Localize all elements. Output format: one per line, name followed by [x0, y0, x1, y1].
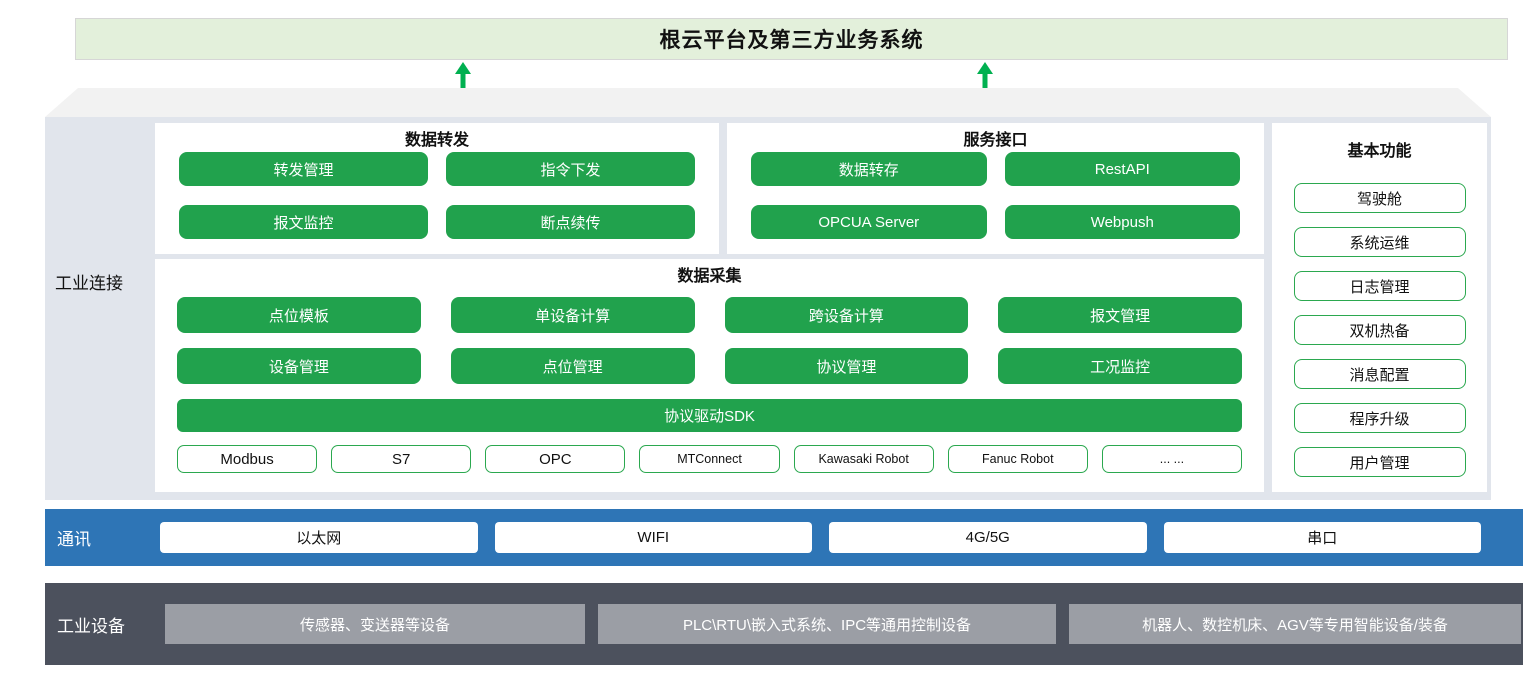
chip-opc: OPC: [485, 445, 625, 473]
comm-4g5g: 4G/5G: [829, 522, 1147, 553]
node-system-ops: 系统运维: [1294, 227, 1466, 257]
comm-wifi: WIFI: [495, 522, 813, 553]
device-robots-cnc-agv: 机器人、数控机床、AGV等专用智能设备/装备: [1069, 604, 1521, 644]
node-user-management: 用户管理: [1294, 447, 1466, 477]
device-sensors: 传感器、变送器等设备: [165, 604, 585, 644]
node-cockpit: 驾驶舱: [1294, 183, 1466, 213]
node-condition-monitor: 工况监控: [998, 348, 1242, 384]
node-protocol-management: 协议管理: [725, 348, 969, 384]
communication-items: 以太网 WIFI 4G/5G 串口: [160, 522, 1481, 553]
industrial-devices-label: 工业设备: [57, 583, 125, 665]
chip-s7: S7: [331, 445, 471, 473]
node-log-management: 日志管理: [1294, 271, 1466, 301]
box-top-face: [45, 88, 1491, 117]
node-command-dispatch: 指令下发: [446, 152, 695, 186]
node-message-config: 消息配置: [1294, 359, 1466, 389]
chip-modbus: Modbus: [177, 445, 317, 473]
node-point-template: 点位模板: [177, 297, 421, 333]
comm-serial-port: 串口: [1164, 522, 1482, 553]
node-resume-transfer: 断点续传: [446, 205, 695, 239]
node-data-dump: 数据转存: [751, 152, 987, 186]
cloud-platform-banner: 根云平台及第三方业务系统: [75, 18, 1508, 60]
panel-service-interface-title: 服务接口: [727, 123, 1264, 151]
panel-basic-functions: 基本功能 驾驶舱 系统运维 日志管理 双机热备 消息配置 程序升级 用户管理: [1272, 123, 1487, 492]
panel-data-collection: 数据采集 点位模板 单设备计算 跨设备计算 报文管理 设备管理 点位管理 协议管…: [155, 259, 1264, 492]
node-device-management: 设备管理: [177, 348, 421, 384]
node-webpush: Webpush: [1005, 205, 1241, 239]
cloud-platform-title: 根云平台及第三方业务系统: [660, 24, 924, 54]
chip-kawasaki-robot: Kawasaki Robot: [794, 445, 934, 473]
panel-service-interface: 服务接口 数据转存 RestAPI OPCUA Server Webpush: [727, 123, 1264, 254]
node-protocol-driver-sdk: 协议驱动SDK: [177, 399, 1242, 432]
node-program-upgrade: 程序升级: [1294, 403, 1466, 433]
protocol-chips-row: Modbus S7 OPC MTConnect Kawasaki Robot F…: [177, 445, 1242, 473]
communication-bar: 通讯 以太网 WIFI 4G/5G 串口: [45, 509, 1523, 566]
node-forward-management: 转发管理: [179, 152, 428, 186]
industrial-connection-box: 工业连接 数据转发 转发管理 指令下发 报文监控 断点续传 服务接口 数据转存 …: [45, 117, 1491, 500]
comm-ethernet: 以太网: [160, 522, 478, 553]
node-restapi: RestAPI: [1005, 152, 1241, 186]
chip-mtconnect: MTConnect: [639, 445, 779, 473]
service-interface-grid: 数据转存 RestAPI OPCUA Server Webpush: [751, 152, 1240, 239]
node-message-monitor: 报文监控: [179, 205, 428, 239]
industrial-connection-label: 工业连接: [55, 269, 123, 294]
panel-data-collection-title: 数据采集: [155, 259, 1264, 287]
chip-fanuc-robot: Fanuc Robot: [948, 445, 1088, 473]
industrial-devices-bar: 工业设备 传感器、变送器等设备 PLC\RTU\嵌入式系统、IPC等通用控制设备…: [45, 583, 1523, 665]
node-opcua-server: OPCUA Server: [751, 205, 987, 239]
panel-basic-functions-title: 基本功能: [1272, 123, 1487, 163]
data-forward-grid: 转发管理 指令下发 报文监控 断点续传: [179, 152, 695, 239]
node-cross-device-calc: 跨设备计算: [725, 297, 969, 333]
panel-data-forward-title: 数据转发: [155, 123, 719, 151]
node-message-management: 报文管理: [998, 297, 1242, 333]
basic-functions-list: 驾驶舱 系统运维 日志管理 双机热备 消息配置 程序升级 用户管理: [1272, 183, 1487, 477]
communication-label: 通讯: [57, 509, 91, 566]
node-single-device-calc: 单设备计算: [451, 297, 695, 333]
panel-data-forward: 数据转发 转发管理 指令下发 报文监控 断点续传: [155, 123, 719, 254]
node-point-management: 点位管理: [451, 348, 695, 384]
node-hot-standby: 双机热备: [1294, 315, 1466, 345]
chip-more-protocols: ... ...: [1102, 445, 1242, 473]
data-collection-grid: 点位模板 单设备计算 跨设备计算 报文管理 设备管理 点位管理 协议管理 工况监…: [177, 297, 1242, 384]
device-plc-controllers: PLC\RTU\嵌入式系统、IPC等通用控制设备: [598, 604, 1056, 644]
